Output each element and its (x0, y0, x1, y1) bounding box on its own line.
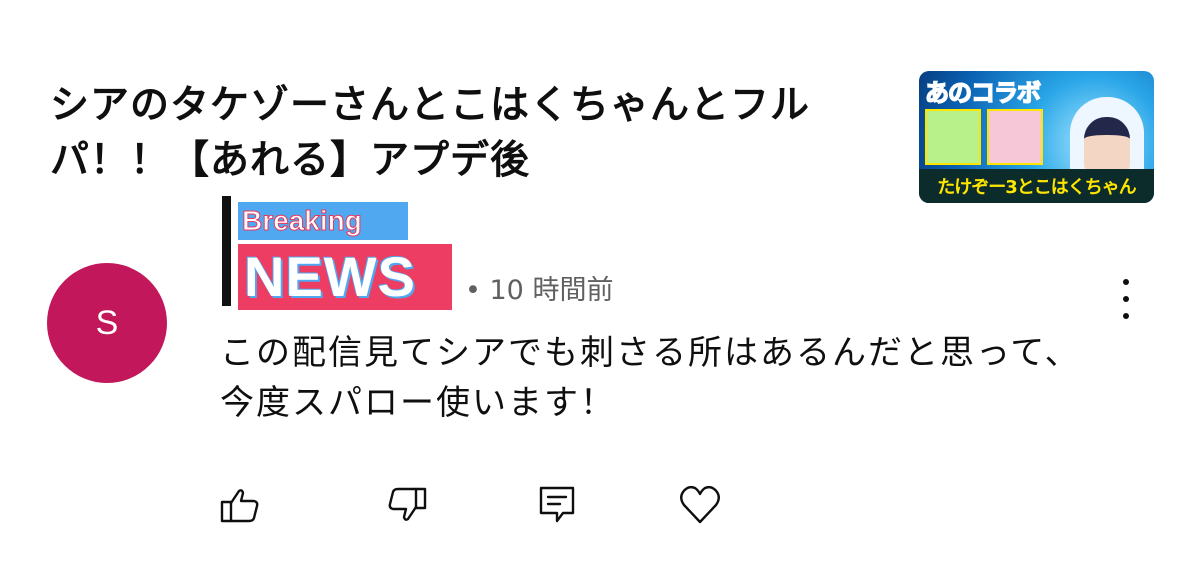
sticker-bar (222, 196, 231, 306)
avatar-letter: S (95, 303, 119, 342)
video-title[interactable]: シアのタケゾーさんとこはくちゃんとフルパ！！【あれる】アプデ後 (50, 78, 910, 188)
thumbs-up-icon (220, 489, 259, 523)
more-dot (1123, 313, 1129, 319)
video-thumbnail[interactable]: あのコラボ たけぞー3とこはくちゃん (919, 71, 1154, 203)
heart-button[interactable] (678, 483, 722, 527)
dislike-button[interactable] (385, 483, 429, 527)
sticker-news-text: NEWS (238, 244, 452, 310)
like-button[interactable] (218, 483, 262, 527)
thumbnail-bottom-text: たけぞー3とこはくちゃん (919, 169, 1154, 203)
breaking-news-sticker: Breaking NEWS (218, 196, 458, 316)
comment-timestamp: • 10 時間前 (465, 275, 614, 306)
more-vert-icon[interactable] (1110, 279, 1142, 319)
thumbnail-character-green (925, 109, 981, 165)
reply-icon (539, 486, 575, 523)
thumbnail-character-pink (987, 109, 1043, 165)
more-dot (1123, 279, 1129, 285)
thumbnail-top-text: あのコラボ (924, 78, 1042, 108)
more-dot (1123, 296, 1129, 302)
avatar[interactable]: S (47, 263, 167, 383)
reply-button[interactable] (535, 483, 579, 527)
heart-icon (680, 485, 720, 524)
comment-text: この配信見てシアでも刺さる所はあるんだと思って、今度スパロー使います！ (220, 333, 1081, 423)
thumbs-down-icon (388, 487, 427, 521)
sticker-breaking-text: Breaking (238, 202, 408, 240)
